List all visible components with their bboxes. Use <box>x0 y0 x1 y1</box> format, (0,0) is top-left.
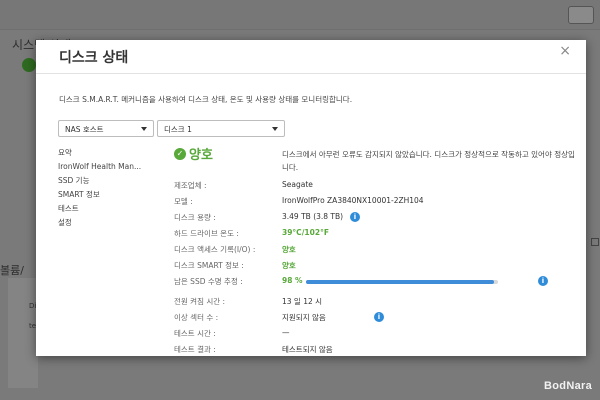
dialog-title: 디스크 상태 <box>59 50 129 66</box>
nav-item-ironwolf-health[interactable]: IronWolf Health Man... <box>58 160 158 174</box>
info-key: 디스크 용량 : <box>174 213 216 222</box>
nav-item-settings[interactable]: 설정 <box>58 216 158 230</box>
check-circle-icon: ✓ <box>174 147 186 160</box>
info-value: 98 % <box>282 276 303 285</box>
info-key: 전원 켜짐 시간 : <box>174 297 226 306</box>
background-table <box>8 278 38 388</box>
info-value: Seagate <box>282 180 313 189</box>
info-value: 양호 <box>282 261 296 270</box>
info-row-ssd-life: 남은 SSD 수명 추정 : 98 % i <box>174 274 574 290</box>
background-row: te <box>29 322 37 330</box>
info-key: 하드 드라이브 온도 : <box>174 229 239 238</box>
background-checkbox <box>591 238 599 246</box>
info-value: — <box>282 328 290 337</box>
chevron-down-icon <box>141 127 147 131</box>
watermark-logo: BodNara <box>544 380 592 392</box>
info-row-test-result: 테스트 결과 : 테스트되지 않음 <box>174 342 574 356</box>
info-value: 3.49 TB (3.8 TB) <box>282 212 344 221</box>
status-header: ✓ 양호 <box>174 144 213 163</box>
chevron-down-icon <box>272 127 278 131</box>
disk-status-dialog: 디스크 상태 × 디스크 S.M.A.R.T. 메커니즘을 사용하여 디스크 상… <box>36 40 586 356</box>
background-topbar <box>0 0 600 30</box>
info-icon[interactable]: i <box>538 276 548 286</box>
info-key: 모델 : <box>174 197 193 206</box>
info-icon[interactable]: i <box>350 212 360 222</box>
info-key: 테스트 시간 : <box>174 329 216 338</box>
info-row-capacity: 디스크 용량 : 3.49 TB (3.8 TB) i <box>174 210 574 226</box>
dialog-description: 디스크 S.M.A.R.T. 메커니즘을 사용하여 디스크 상태, 온도 및 사… <box>59 95 353 104</box>
info-value: 테스트되지 않음 <box>282 345 333 354</box>
info-list: 제조업체 : Seagate 모델 : IronWolfPro ZA3840NX… <box>174 178 574 356</box>
nav-item-summary[interactable]: 요약 <box>58 146 158 160</box>
info-row-power-on: 전원 켜짐 시간 : 13 일 12 시 <box>174 294 574 310</box>
info-value: 양호 <box>282 245 296 254</box>
nav-item-ssd-features[interactable]: SSD 기능 <box>58 174 158 188</box>
info-value: 지원되지 않음 <box>282 313 326 322</box>
ssd-life-progress-fill <box>306 280 495 284</box>
info-value: IronWolfPro ZA3840NX10001-2ZH104 <box>282 196 424 205</box>
info-row-temperature: 하드 드라이브 온도 : 39°C/102°F <box>174 226 574 242</box>
background-volume-label: 볼륨/ <box>0 264 24 277</box>
info-row-bad-sectors: 이상 섹터 수 : 지원되지 않음 i <box>174 310 574 326</box>
info-value: 39°C/102°F <box>282 228 329 237</box>
info-value: 13 일 12 시 <box>282 297 323 306</box>
info-row-io-history: 디스크 액세스 기록(I/O) : 양호 <box>174 242 574 258</box>
info-key: 이상 섹터 수 : <box>174 313 219 322</box>
close-icon[interactable]: × <box>559 43 571 59</box>
status-message: 디스크에서 아무런 오류도 감지되지 않았습니다. 디스크가 정상적으로 작동하… <box>282 150 575 172</box>
disk-select[interactable]: 디스크 1 <box>157 120 285 137</box>
host-select-value: NAS 호스트 <box>65 125 104 134</box>
info-key: 남은 SSD 수명 추정 : <box>174 277 243 286</box>
sidebar-nav: 요약 IronWolf Health Man... SSD 기능 SMART 정… <box>58 146 158 230</box>
info-icon[interactable]: i <box>374 312 384 322</box>
nav-item-test[interactable]: 테스트 <box>58 202 158 216</box>
info-row-test-time: 테스트 시간 : — <box>174 326 574 342</box>
info-key: 테스트 결과 : <box>174 345 216 354</box>
info-row-smart-info: 디스크 SMART 정보 : 양호 <box>174 258 574 274</box>
ssd-life-progress-bar <box>306 280 498 284</box>
info-row-manufacturer: 제조업체 : Seagate <box>174 178 574 194</box>
dialog-header: 디스크 상태 × <box>36 40 586 74</box>
background-check-icon <box>22 58 36 72</box>
info-key: 제조업체 : <box>174 181 207 190</box>
info-key: 디스크 액세스 기록(I/O) : <box>174 245 256 254</box>
nav-item-smart-info[interactable]: SMART 정보 <box>58 188 158 202</box>
background-top-button <box>568 6 594 24</box>
disk-select-value: 디스크 1 <box>164 125 192 134</box>
info-row-model: 모델 : IronWolfPro ZA3840NX10001-2ZH104 <box>174 194 574 210</box>
status-text: 양호 <box>189 148 213 163</box>
info-key: 디스크 SMART 정보 : <box>174 261 244 270</box>
host-select[interactable]: NAS 호스트 <box>58 120 154 137</box>
